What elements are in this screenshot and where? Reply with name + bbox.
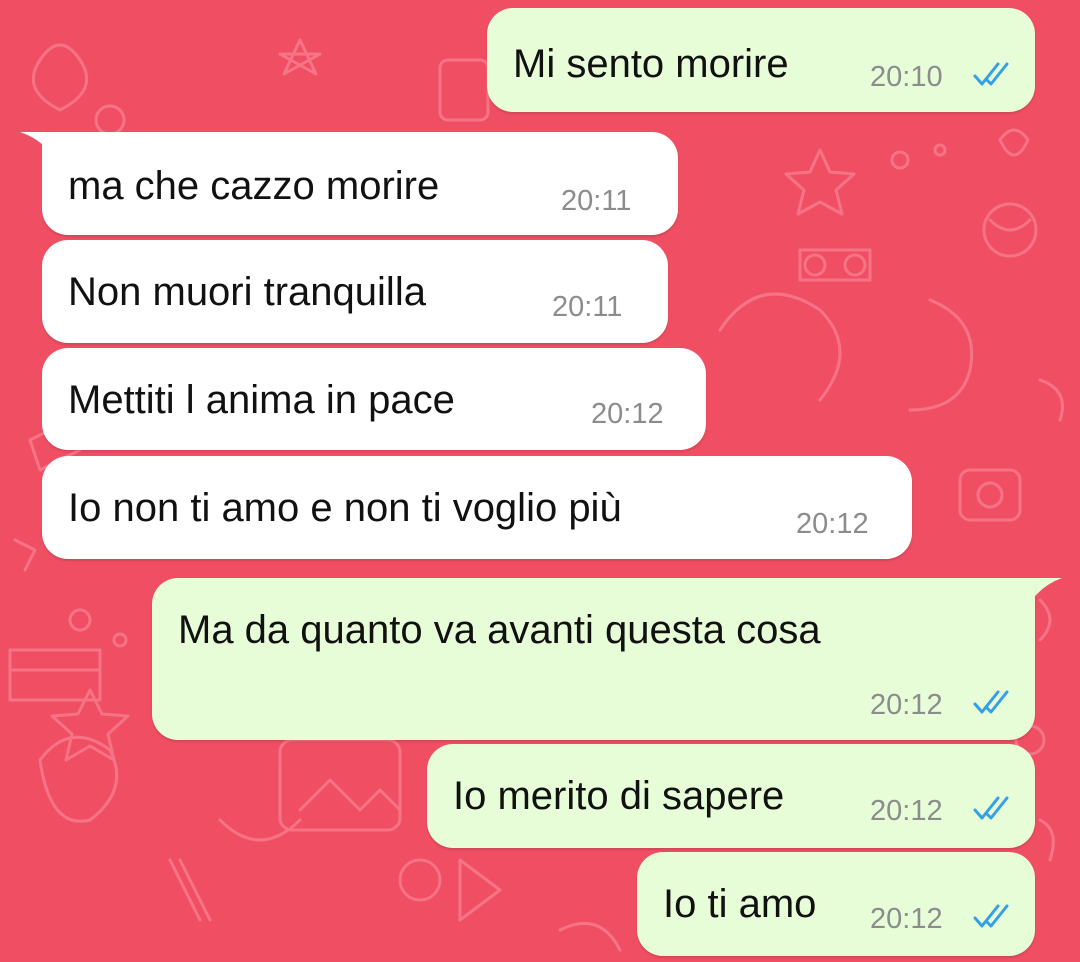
message-bubble-outgoing[interactable]: Mi sento morire 20:10 [487,8,1035,112]
message-time: 20:12 [870,903,943,935]
message-time: 20:11 [552,291,623,323]
message-bubble-incoming[interactable]: ma che cazzo morire 20:11 [42,132,678,235]
read-double-check-icon [973,62,1009,86]
message-text: Io merito di sapere [453,774,785,818]
message-text: Non muori tranquilla [68,270,426,314]
message-text: Ma da quanto va avanti questa cosa [178,608,821,652]
message-text: Io ti amo [663,882,817,926]
message-bubble-outgoing[interactable]: Io ti amo 20:12 [637,852,1035,956]
message-time: 20:11 [561,185,632,217]
message-bubble-outgoing[interactable]: Io merito di sapere 20:12 [427,744,1035,848]
message-time: 20:12 [870,795,943,827]
message-time: 20:12 [870,689,943,721]
message-time: 20:12 [591,398,664,430]
message-text: Mettiti l anima in pace [68,378,455,422]
message-time: 20:10 [870,61,943,93]
message-text: ma che cazzo morire [68,164,440,208]
message-time: 20:12 [796,508,869,540]
read-double-check-icon [973,690,1009,714]
message-text: Io non ti amo e non ti voglio più [68,486,622,530]
message-text: Mi sento morire [513,42,789,86]
message-bubble-incoming[interactable]: Non muori tranquilla 20:11 [42,240,668,343]
message-bubble-incoming[interactable]: Mettiti l anima in pace 20:12 [42,348,706,450]
read-double-check-icon [973,904,1009,928]
message-bubble-incoming[interactable]: Io non ti amo e non ti voglio più 20:12 [42,456,912,559]
read-double-check-icon [973,796,1009,820]
message-bubble-outgoing[interactable]: Ma da quanto va avanti questa cosa 20:12 [152,578,1035,740]
